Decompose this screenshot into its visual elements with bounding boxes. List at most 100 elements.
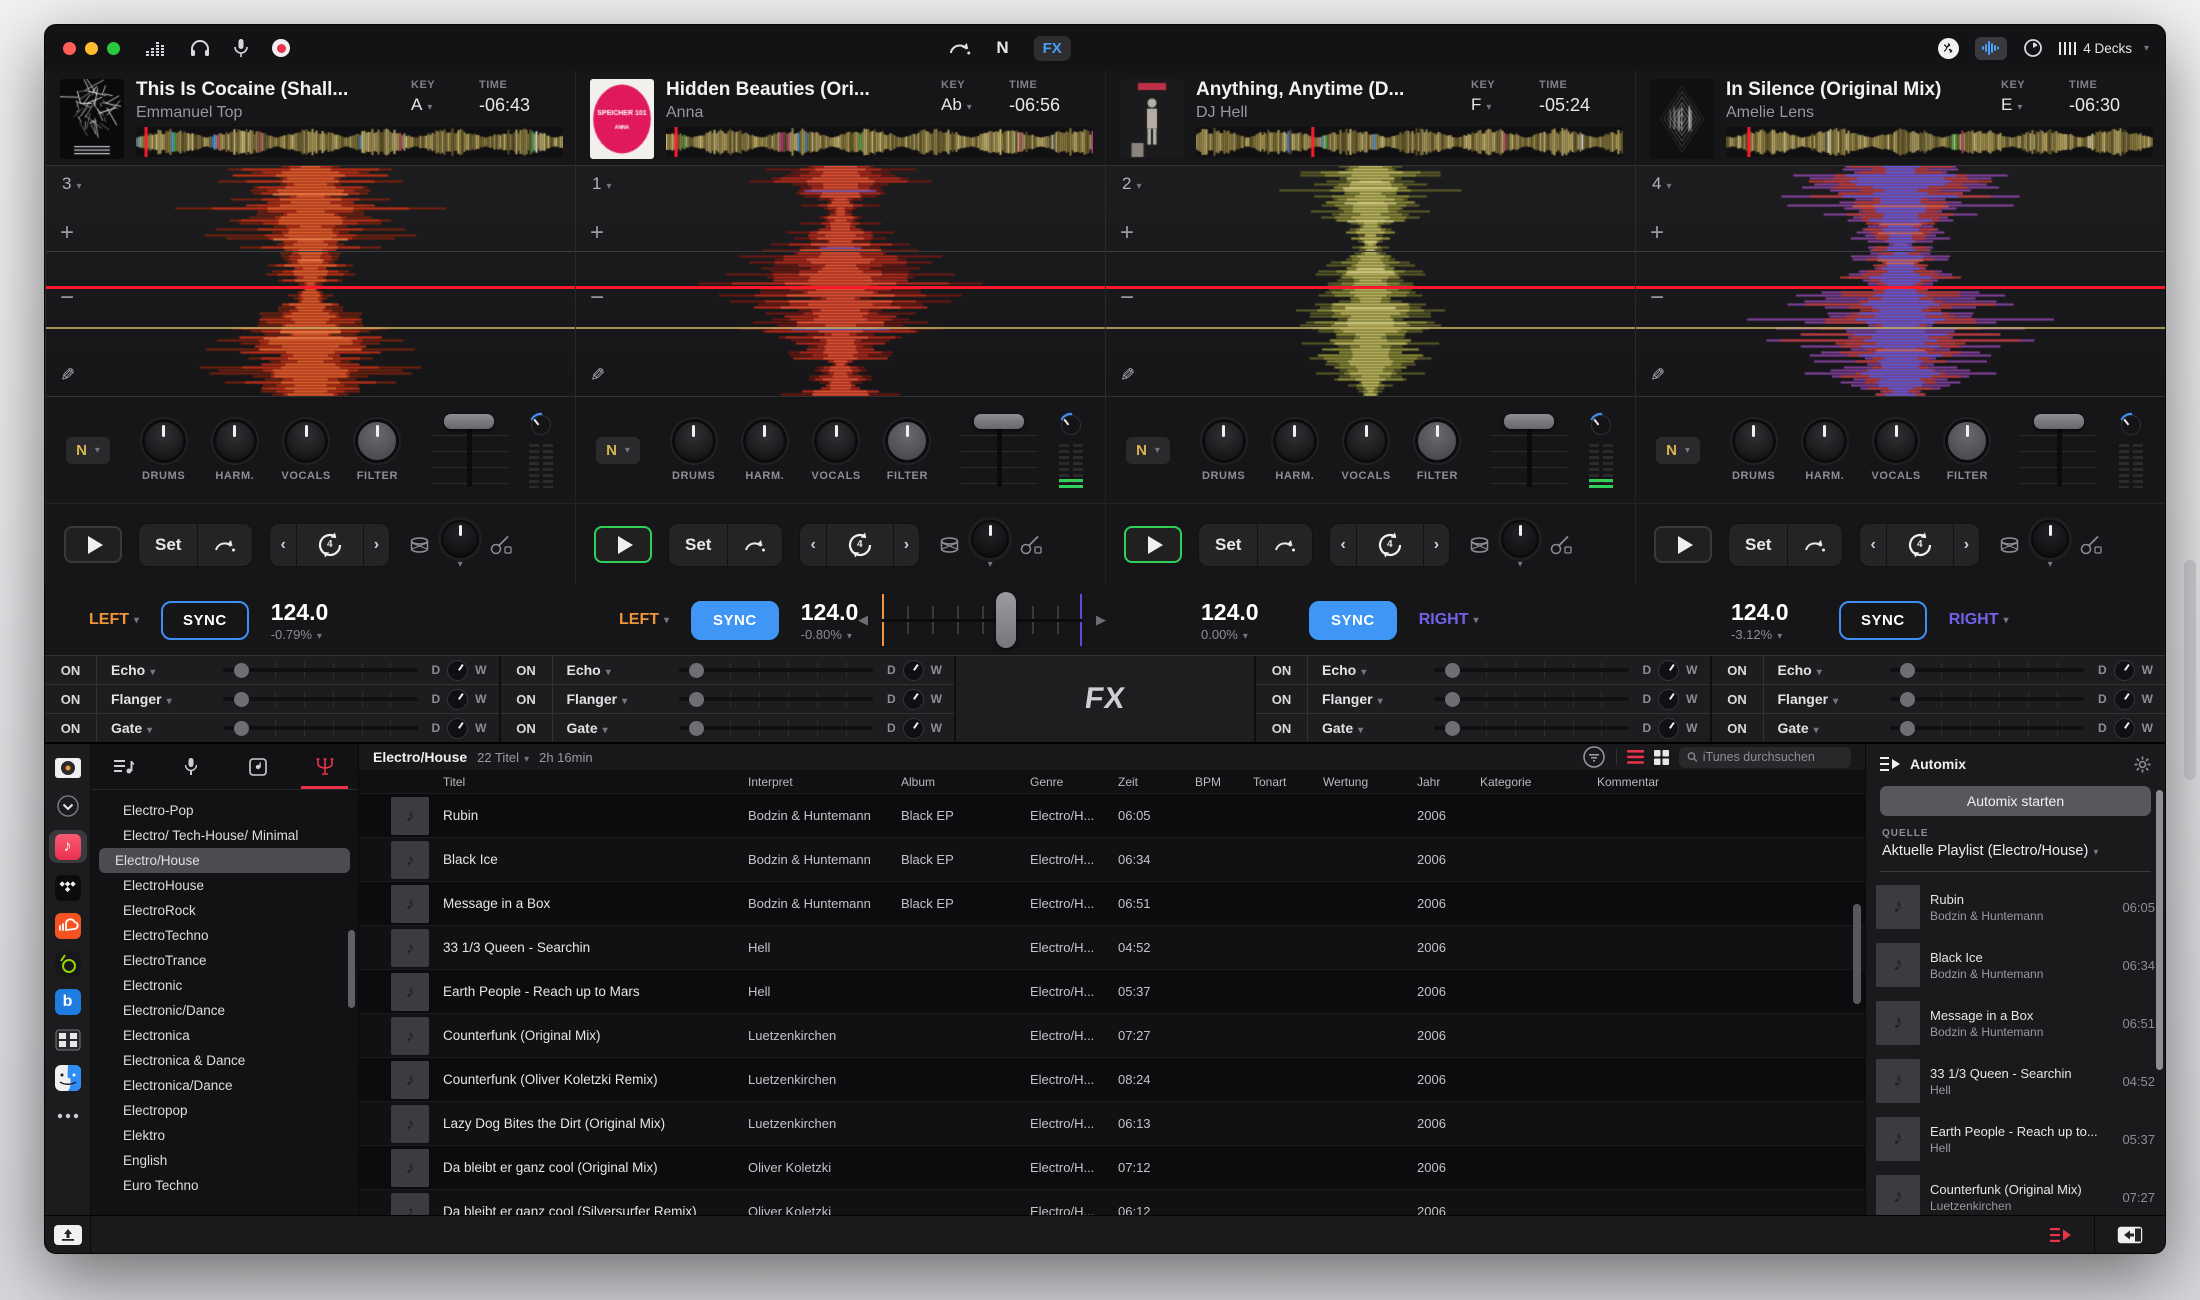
fx-effect-selector[interactable]: Gate▾	[1764, 720, 1884, 736]
fx-effect-selector[interactable]: Echo▾	[1764, 662, 1884, 678]
deck-waveform-panel[interactable]: 1▾ + − ✎	[575, 166, 1105, 396]
automix-toggle-icon[interactable]	[2028, 1216, 2094, 1253]
fx-effect-selector[interactable]: Gate▾	[97, 720, 217, 736]
automix-scrollbar[interactable]	[2156, 790, 2163, 1070]
soundcloud-icon[interactable]	[53, 912, 83, 939]
neural-mix-button[interactable]: N▾	[596, 437, 640, 464]
playlist-item[interactable]: Electronica & Dance	[99, 1048, 350, 1073]
fx-on-button[interactable]: ON	[45, 685, 97, 713]
track-row[interactable]: ♪ Black Ice Bodzin & Huntemann Black EP …	[359, 838, 1865, 882]
loop-button[interactable]: 4	[826, 524, 893, 566]
playlist-item[interactable]: Euro Techno	[99, 1173, 350, 1198]
playlist-item[interactable]: Electronic	[99, 973, 350, 998]
neural-mix-icon[interactable]: N	[996, 38, 1007, 58]
fx-slider-handle[interactable]	[1445, 692, 1460, 707]
neural-mix-button[interactable]: N▾	[66, 437, 110, 464]
media-library-icon[interactable]	[53, 754, 83, 781]
zoom-out-button[interactable]: −	[1120, 286, 1134, 310]
column-wertung[interactable]: Wertung	[1323, 775, 1417, 789]
zoom-out-button[interactable]: −	[60, 286, 74, 310]
dry-wet-knob[interactable]	[447, 718, 468, 739]
headphones-icon[interactable]	[190, 39, 210, 57]
track-row[interactable]: ♪ Da bleibt er ganz cool (Original Mix) …	[359, 1146, 1865, 1190]
track-row[interactable]: ♪ Rubin Bodzin & Huntemann Black EP Elec…	[359, 794, 1865, 838]
vocals-knob[interactable]	[1344, 419, 1388, 463]
crossfader-side-selector[interactable]: RIGHT▾	[1419, 611, 1479, 629]
sync-button[interactable]: SYNC	[1839, 601, 1927, 640]
playlist-item[interactable]: ElectroTechno	[99, 923, 350, 948]
volume-fader-handle[interactable]	[444, 414, 494, 429]
fx-effect-selector[interactable]: Flanger▾	[1308, 691, 1428, 707]
time-remaining[interactable]: -06:43	[479, 95, 563, 116]
fx-amount-slider[interactable]	[217, 714, 424, 742]
cue-jump-button[interactable]	[727, 524, 782, 566]
track-row[interactable]: ♪ Da bleibt er ganz cool (Silversurfer R…	[359, 1190, 1865, 1215]
playlist-item[interactable]: ElectroTrance	[99, 948, 350, 973]
fx-on-button[interactable]: ON	[1256, 714, 1308, 742]
dry-wet-knob[interactable]	[903, 660, 924, 681]
dry-wet-knob[interactable]	[2114, 660, 2135, 681]
gain-knob[interactable]	[1058, 412, 1084, 438]
play-button[interactable]	[64, 526, 122, 563]
fx-effect-selector[interactable]: Gate▾	[553, 720, 673, 736]
collapse-chevron-icon[interactable]	[53, 792, 83, 819]
filter-knob[interactable]	[1415, 419, 1459, 463]
fx-on-button[interactable]: ON	[45, 656, 97, 684]
gain-knob[interactable]	[1588, 412, 1614, 438]
gain-knob[interactable]	[2118, 412, 2144, 438]
grid-view-button[interactable]	[1654, 750, 1669, 765]
harmonic-knob[interactable]	[213, 419, 257, 463]
zoom-in-button[interactable]: +	[590, 221, 604, 245]
track-overview-waveform[interactable]	[1196, 127, 1623, 157]
play-button[interactable]	[1654, 526, 1712, 563]
automix-source-selector[interactable]: Aktuelle Playlist (Electro/House)▾	[1882, 843, 2149, 859]
filter-knob[interactable]	[885, 419, 929, 463]
drums-knob[interactable]	[1732, 419, 1776, 463]
dry-wet-knob[interactable]	[1658, 689, 1679, 710]
crossfader-left-arrow[interactable]: ◀	[858, 612, 868, 628]
volume-fader[interactable]	[953, 409, 1045, 491]
column-album[interactable]: Album	[901, 775, 1030, 789]
zoom-in-button[interactable]: +	[1120, 221, 1134, 245]
fx-on-button[interactable]: ON	[1712, 656, 1764, 684]
fx-slider-handle[interactable]	[234, 721, 249, 736]
track-row[interactable]: ♪ Lazy Dog Bites the Dirt (Original Mix)…	[359, 1102, 1865, 1146]
time-remaining[interactable]: -06:30	[2069, 95, 2153, 116]
fx-slider-handle[interactable]	[1900, 663, 1915, 678]
fx-slider-handle[interactable]	[1900, 721, 1915, 736]
key-selector[interactable]: Ab▾	[941, 95, 999, 115]
deck-waveform-panel[interactable]: 3▾ + − ✎	[45, 166, 575, 396]
automix-start-button[interactable]: Automix starten	[1880, 786, 2151, 816]
fx-effect-selector[interactable]: Flanger▾	[1764, 691, 1884, 707]
loop-halve-button[interactable]: ‹	[800, 524, 825, 566]
fx-amount-slider[interactable]	[1884, 656, 2091, 684]
column-zeit[interactable]: Zeit	[1118, 775, 1195, 789]
automix-queue-item[interactable]: ♪ Rubin Bodzin & Huntemann 06:05	[1876, 878, 2155, 936]
tidal-icon[interactable]	[53, 874, 83, 901]
neural-mix-button[interactable]: N▾	[1656, 437, 1700, 464]
harmonic-knob[interactable]	[1273, 419, 1317, 463]
fx-on-button[interactable]: ON	[1256, 656, 1308, 684]
fx-slider-handle[interactable]	[689, 721, 704, 736]
levels-icon[interactable]	[146, 39, 166, 57]
videos-icon[interactable]	[53, 1026, 83, 1053]
autoplay-timer-icon[interactable]	[2023, 38, 2043, 58]
artists-tab[interactable]	[158, 744, 225, 789]
loop-halve-button[interactable]: ‹	[1330, 524, 1355, 566]
hide-browser-icon[interactable]	[2095, 1216, 2165, 1253]
fullscreen-button[interactable]	[107, 42, 120, 55]
loop-double-button[interactable]: ›	[363, 524, 389, 566]
fx-amount-slider[interactable]	[673, 656, 880, 684]
play-button[interactable]	[594, 526, 652, 563]
morph-knob[interactable]	[971, 520, 1009, 558]
fx-amount-slider[interactable]	[1428, 714, 1635, 742]
more-sources-icon[interactable]	[53, 1102, 83, 1129]
volume-fader[interactable]	[2013, 409, 2105, 491]
track-row[interactable]: ♪ 33 1/3 Queen - Searchin Hell Electro/H…	[359, 926, 1865, 970]
loop-double-button[interactable]: ›	[893, 524, 919, 566]
deck-waveform[interactable]	[1636, 166, 2165, 396]
harmonic-knob[interactable]	[1803, 419, 1847, 463]
morph-chevron-icon[interactable]: ▾	[458, 559, 463, 570]
bpm-value[interactable]: 124.0	[271, 599, 357, 626]
play-button[interactable]	[1124, 526, 1182, 563]
